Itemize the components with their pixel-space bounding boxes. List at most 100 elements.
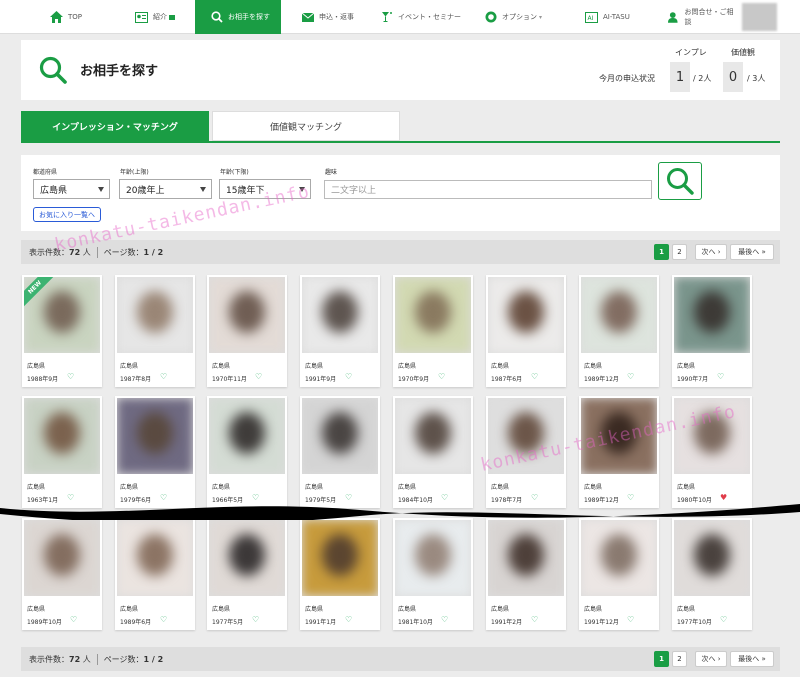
heart-outline-icon[interactable]: ♡ (441, 615, 448, 625)
profile-photo[interactable] (581, 520, 657, 596)
profile-photo[interactable]: NEW (24, 277, 100, 353)
profile-birth: 1987年8月 (120, 376, 152, 383)
heart-outline-icon[interactable]: ♡ (717, 372, 724, 382)
profile-prefecture: 広島県 (398, 363, 417, 370)
profile-card[interactable]: 広島県 1979年5月 ♡ (300, 396, 380, 508)
heart-outline-icon[interactable]: ♡ (345, 615, 352, 625)
hobby-input[interactable]: 二文字以上 (324, 180, 652, 199)
profile-card[interactable]: 広島県 1991年12月 ♡ (579, 518, 659, 630)
event-glass-icon (382, 12, 392, 22)
page-2-button[interactable]: 2 (672, 651, 687, 667)
profile-birth: 1991年12月 (584, 619, 619, 626)
nav-event-seminar[interactable]: イベント・セミナー (381, 0, 471, 34)
profile-photo[interactable] (488, 277, 564, 353)
profile-card[interactable]: 広島県 1991年9月 ♡ (300, 275, 380, 387)
profile-photo[interactable] (117, 398, 193, 474)
heart-outline-icon[interactable]: ♡ (70, 615, 77, 625)
tab-values-matching[interactable]: 価値観マッチング (212, 111, 400, 141)
heart-outline-icon[interactable]: ♡ (255, 372, 262, 382)
profile-photo[interactable] (395, 398, 471, 474)
profile-photo[interactable] (674, 277, 750, 353)
heart-outline-icon[interactable]: ♡ (627, 615, 634, 625)
page-1-button[interactable]: 1 (654, 244, 669, 260)
heart-outline-icon[interactable]: ♡ (160, 372, 167, 382)
result-count: 72 (69, 655, 81, 664)
book-icon (169, 14, 175, 20)
profile-photo[interactable] (302, 520, 378, 596)
page-title: お相手を探す (80, 64, 159, 79)
profile-card[interactable]: NEW 広島県 1988年9月 ♡ (22, 275, 102, 387)
profile-prefecture: 広島県 (677, 606, 696, 613)
favorites-link-button[interactable]: お気に入り一覧へ (33, 207, 101, 222)
heart-outline-icon[interactable]: ♡ (438, 372, 445, 382)
nav-option[interactable]: オプション ▾ (485, 0, 547, 34)
heart-outline-icon[interactable]: ♡ (67, 372, 74, 382)
profile-card[interactable]: 広島県 1970年9月 ♡ (393, 275, 473, 387)
profile-card[interactable]: 広島県 1970年11月 ♡ (207, 275, 287, 387)
profile-card[interactable]: 広島県 1989年10月 ♡ (22, 518, 102, 630)
profile-birth: 1990年7月 (677, 376, 709, 383)
nav-contact[interactable]: お問合せ・ご相談 (668, 0, 738, 34)
profile-photo[interactable] (117, 520, 193, 596)
profile-photo[interactable] (209, 277, 285, 353)
profile-photo[interactable] (674, 520, 750, 596)
profile-prefecture: 広島県 (584, 606, 603, 613)
profile-card[interactable]: 広島県 1989年6月 ♡ (115, 518, 195, 630)
profile-card[interactable]: 広島県 1963年1月 ♡ (22, 396, 102, 508)
heart-outline-icon[interactable]: ♡ (252, 615, 259, 625)
heart-outline-icon[interactable]: ♡ (345, 372, 352, 382)
heart-outline-icon[interactable]: ♡ (627, 372, 634, 382)
profile-photo[interactable] (209, 520, 285, 596)
profile-card[interactable]: 広島県 1977年10月 ♡ (672, 518, 752, 630)
monthly-status-label: 今月の申込状況 (599, 74, 655, 83)
profile-card[interactable]: 広島県 1990年7月 ♡ (672, 275, 752, 387)
heart-outline-icon[interactable]: ♡ (531, 372, 538, 382)
tab-impression-matching[interactable]: インプレッション・マッチング (21, 111, 209, 141)
profile-card[interactable]: 広島県 1977年5月 ♡ (207, 518, 287, 630)
search-icon (211, 11, 223, 23)
nav-ai-tasu[interactable]: AI AI-TASU (585, 0, 640, 34)
profile-card[interactable]: 広島県 1987年8月 ♡ (115, 275, 195, 387)
profile-photo[interactable] (24, 398, 100, 474)
profile-card[interactable]: 広島県 1979年6月 ♡ (115, 396, 195, 508)
home-icon (50, 11, 63, 23)
heart-outline-icon[interactable]: ♡ (160, 615, 167, 625)
profile-card[interactable]: 広島県 1991年2月 ♡ (486, 518, 566, 630)
prefecture-select[interactable]: 広島県 (33, 179, 110, 199)
profile-photo[interactable] (117, 277, 193, 353)
profile-photo[interactable] (302, 277, 378, 353)
profile-photo[interactable] (488, 520, 564, 596)
avatar[interactable] (742, 3, 777, 31)
profile-card[interactable]: 広島県 1989年12月 ♡ (579, 275, 659, 387)
next-page-button[interactable]: 次へ › (695, 244, 727, 260)
nav-top[interactable]: TOP (50, 0, 105, 34)
profile-photo[interactable] (395, 277, 471, 353)
profile-photo[interactable] (302, 398, 378, 474)
badge-icon (485, 11, 497, 23)
last-page-button[interactable]: 最後へ » (730, 244, 774, 260)
profile-photo[interactable] (581, 277, 657, 353)
profile-prefecture: 広島県 (398, 606, 417, 613)
profile-card[interactable]: 広島県 1981年10月 ♡ (393, 518, 473, 630)
profile-birth: 1977年10月 (677, 619, 712, 626)
age-min-select[interactable]: 20歳年上 (119, 179, 212, 199)
heart-outline-icon[interactable]: ♡ (531, 615, 538, 625)
profile-photo[interactable] (395, 520, 471, 596)
hobby-label: 趣味 (325, 169, 338, 176)
profile-card[interactable]: 広島県 1966年5月 ♡ (207, 396, 287, 508)
nav-apply-reply[interactable]: 申込・返事 (302, 0, 362, 34)
next-page-button[interactable]: 次へ › (695, 651, 727, 667)
profile-card[interactable]: 広島県 1984年10月 ♡ (393, 396, 473, 508)
nav-find-partner[interactable]: お相手を探す (195, 0, 281, 34)
search-button[interactable] (658, 162, 702, 200)
page-2-button[interactable]: 2 (672, 244, 687, 260)
profile-photo[interactable] (24, 520, 100, 596)
profile-card[interactable]: 広島県 1991年1月 ♡ (300, 518, 380, 630)
profile-card[interactable]: 広島県 1987年6月 ♡ (486, 275, 566, 387)
profile-photo[interactable] (209, 398, 285, 474)
age-min-label: 年齢(上限) (120, 169, 149, 176)
page-1-button[interactable]: 1 (654, 651, 669, 667)
last-page-button[interactable]: 最後へ » (730, 651, 774, 667)
heart-outline-icon[interactable]: ♡ (720, 615, 727, 625)
nav-introduction[interactable]: 紹介 (135, 0, 195, 34)
